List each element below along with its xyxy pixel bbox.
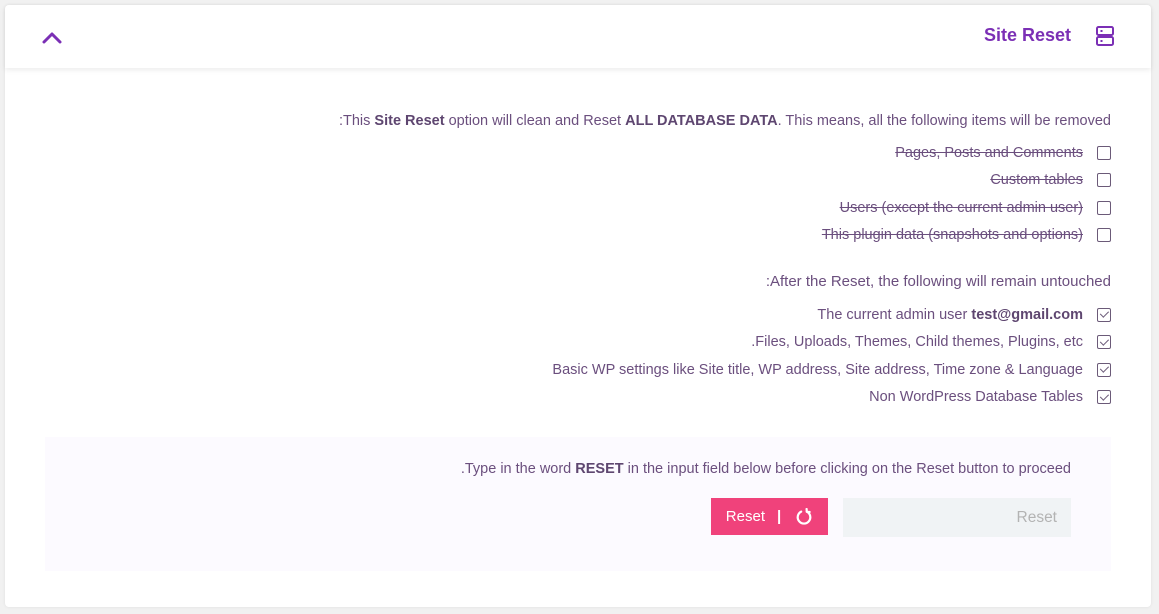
site-reset-strong: Site Reset (374, 113, 445, 129)
list-item: Users (except the current admin user) (211, 194, 1111, 222)
list-item: The current admin user test@gmail.com (211, 301, 1111, 329)
removed-items-list: Pages, Posts and Comments Custom tables … (211, 139, 1111, 249)
removed-item-checkbox[interactable] (1097, 145, 1111, 160)
list-item: This plugin data (snapshots and options) (211, 222, 1111, 250)
untouched-items-list: The current admin user test@gmail.com .F… (211, 301, 1111, 411)
collapse-button[interactable] (37, 23, 67, 51)
removed-item-label: Custom tables (990, 172, 1083, 189)
admin-email: test@gmail.com (971, 306, 1083, 323)
list-item: .Files, Uploads, Themes, Child themes, P… (211, 329, 1111, 357)
removed-item-label: Users (except the current admin user) (839, 199, 1083, 216)
intro-text: :This Site Reset option will clean and R… (338, 113, 1111, 129)
untouched-item-label: Basic WP settings like Site title, WP ad… (552, 361, 1083, 378)
untouched-item-checkbox[interactable] (1097, 307, 1111, 322)
removed-item-checkbox[interactable] (1097, 200, 1111, 215)
untouched-item-checkbox[interactable] (1097, 390, 1111, 405)
all-database-data-strong: ALL DATABASE DATA (625, 113, 778, 129)
list-item: Custom tables (211, 167, 1111, 195)
untouched-item-checkbox[interactable] (1097, 362, 1111, 377)
card-header: Site Reset (5, 5, 1151, 68)
site-reset-card: Site Reset :This Site Reset option will … (5, 5, 1151, 607)
refresh-icon (795, 507, 813, 526)
list-item: Basic WP settings like Site title, WP ad… (211, 356, 1111, 384)
chevron-up-icon (42, 32, 62, 44)
removed-item-checkbox[interactable] (1097, 173, 1111, 188)
removed-item-label: Pages, Posts and Comments (895, 144, 1083, 161)
server-icon (1095, 25, 1115, 47)
button-separator: | (776, 508, 782, 525)
page-title: Site Reset (983, 25, 1071, 45)
untouched-heading: :After the Reset, the following will rem… (765, 273, 1111, 290)
untouched-item-label: Non WordPress Database Tables (869, 389, 1083, 406)
reset-confirm-panel: .Type in the word RESET in the input fie… (45, 437, 1111, 571)
list-item: Non WordPress Database Tables (211, 384, 1111, 412)
reset-button-label: Reset (725, 508, 765, 525)
untouched-item-checkbox[interactable] (1097, 335, 1111, 350)
untouched-item-label: The current admin user test@gmail.com (817, 306, 1083, 323)
reset-word-strong: RESET (575, 461, 624, 477)
confirm-instruction: .Type in the word RESET in the input fie… (460, 461, 1071, 477)
removed-item-checkbox[interactable] (1097, 228, 1111, 243)
list-item: Pages, Posts and Comments (211, 139, 1111, 167)
reset-button[interactable]: Reset | (711, 498, 828, 535)
reset-confirm-input[interactable] (843, 498, 1071, 537)
removed-item-label: This plugin data (snapshots and options) (821, 227, 1083, 244)
untouched-item-label: .Files, Uploads, Themes, Child themes, P… (751, 334, 1083, 351)
